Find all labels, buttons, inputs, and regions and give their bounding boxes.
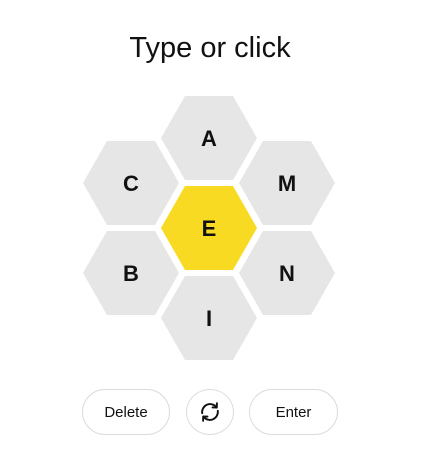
hex-cell-center[interactable]: E	[161, 186, 257, 270]
hex-letter-lower-left: B	[123, 261, 139, 286]
hex-letter-center: E	[202, 216, 217, 241]
controls-row: Delete Enter	[0, 389, 420, 437]
hex-letter-upper-right: M	[278, 171, 296, 196]
hex-cell-lower-left[interactable]: B	[83, 231, 179, 315]
enter-button[interactable]: Enter	[249, 389, 338, 435]
hex-letter-lower-right: N	[279, 261, 295, 286]
hex-cell-top[interactable]: A	[161, 96, 257, 180]
hex-cell-bottom[interactable]: I	[161, 276, 257, 360]
shuffle-button[interactable]	[186, 389, 234, 435]
hex-cell-upper-left[interactable]: C	[83, 141, 179, 225]
hex-letter-bottom: I	[206, 306, 212, 331]
hex-cell-lower-right[interactable]: N	[239, 231, 335, 315]
hex-letter-top: A	[201, 126, 217, 151]
letter-hive: A C M E B N I	[83, 96, 335, 360]
delete-button[interactable]: Delete	[82, 389, 170, 435]
hex-cell-upper-right[interactable]: M	[239, 141, 335, 225]
shuffle-arrows-icon	[201, 402, 219, 422]
hex-letter-upper-left: C	[123, 171, 139, 196]
